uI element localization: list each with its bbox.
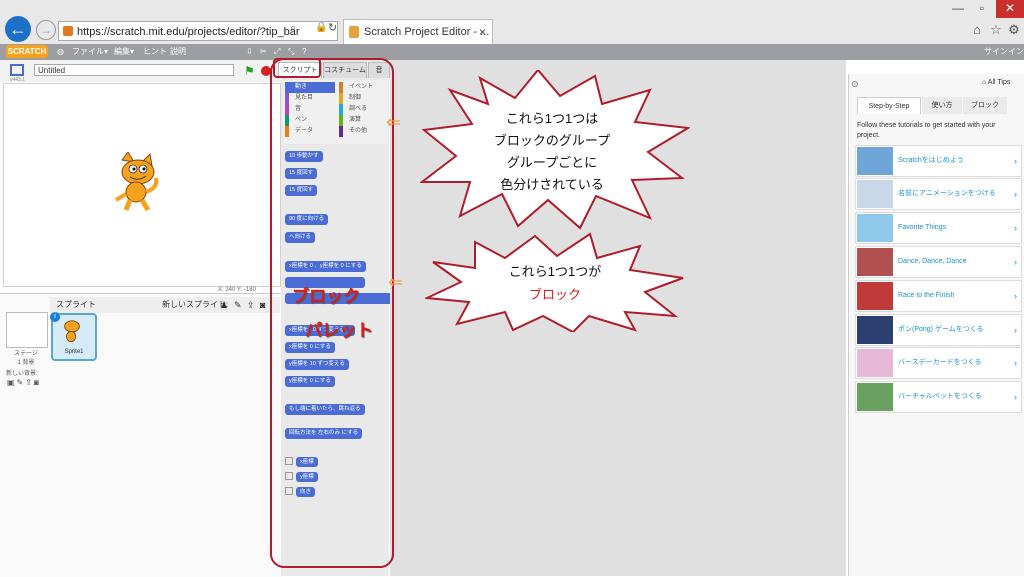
palette-highlight-box	[270, 58, 394, 568]
chevron-right-icon: ›	[1014, 392, 1017, 402]
tips-close-icon[interactable]: ⊙	[851, 79, 859, 90]
stage-label: ステージ 1 背景	[14, 351, 38, 366]
url-text: https://scratch.mit.edu/projects/editor/…	[77, 26, 300, 38]
camera-icon[interactable]: ◙	[260, 297, 265, 313]
callout-2-line2: ブロック	[528, 287, 581, 302]
maximize-button[interactable]: ▫	[970, 0, 994, 18]
callout-1-line2: ブロックのグループ	[493, 133, 611, 148]
scripts-tab-highlight	[273, 58, 321, 78]
tab-close-icon[interactable]: ×	[479, 20, 486, 44]
tip-thumbnail	[857, 214, 893, 242]
duplicate-icon[interactable]: ⇩	[246, 44, 253, 60]
chevron-right-icon: ›	[1014, 325, 1017, 335]
palette-label-line2: パレット	[305, 321, 373, 340]
tip-thumbnail	[857, 383, 893, 411]
tip-title: バースデーカードをつくる	[898, 359, 982, 366]
callout-1-line3: グループごとに	[506, 155, 598, 170]
tip-title: バーチャルペットをつくる	[898, 393, 982, 400]
chevron-right-icon: ›	[1014, 223, 1017, 233]
gear-icon[interactable]: ⚙	[1006, 22, 1022, 38]
callout-2-arrow-icon: ⇐	[388, 272, 404, 292]
tip-item[interactable]: Favorite Things ›	[855, 212, 1022, 244]
sprite1-cat-icon	[64, 320, 80, 343]
tip-title: Favorite Things	[898, 224, 947, 231]
all-tips-label: All Tips	[987, 79, 1011, 86]
tips-tab-step[interactable]: Step-by-Step	[857, 97, 921, 114]
tip-thumbnail	[857, 282, 893, 310]
tip-item[interactable]: 名前にアニメーションをつける ›	[855, 178, 1022, 210]
tip-title: 名前にアニメーションをつける	[898, 190, 996, 197]
globe-icon[interactable]: ◍	[57, 44, 64, 60]
sprite-header-label: スプライト	[56, 300, 96, 309]
callout-1-text: これら1つ1つは ブロックのグループ グループごとに 色分けされている	[472, 108, 632, 196]
green-flag-icon[interactable]: ⚑	[244, 64, 255, 78]
callout-1-line4: 色分けされている	[500, 177, 604, 192]
home-icon[interactable]: ⌂	[969, 22, 985, 38]
new-backdrop-label: 新しい背景:	[6, 371, 38, 377]
tab-title: Scratch Project Editor - ...	[364, 26, 490, 38]
chevron-right-icon: ›	[1014, 257, 1017, 267]
palette-label-line1: ブロック	[292, 287, 360, 306]
tips-tab-blocks[interactable]: ブロック	[963, 97, 1007, 114]
tip-item[interactable]: Scratchをはじめよう ›	[855, 145, 1022, 177]
refresh-icon[interactable]: ↻	[328, 21, 337, 34]
scratch-cat-sprite[interactable]	[112, 152, 164, 212]
presentation-mode-icon[interactable]	[10, 64, 24, 76]
tips-tab-how[interactable]: 使い方	[922, 97, 962, 114]
tip-title: Scratchをはじめよう	[898, 157, 964, 164]
sprite-library-icon[interactable]: ♟	[220, 297, 228, 313]
tip-thumbnail	[857, 349, 893, 377]
menu-tips[interactable]: ヒント	[143, 44, 167, 60]
minimize-button[interactable]: —	[946, 0, 970, 18]
search-icon[interactable]: ⌕	[290, 22, 296, 35]
callout-2-line1: これら1つ1つが	[508, 264, 602, 279]
close-window-button[interactable]: ✕	[996, 0, 1024, 18]
tip-thumbnail	[857, 248, 893, 276]
tip-title: Race to the Finish	[898, 292, 955, 299]
paint-icon[interactable]: ✎	[234, 297, 242, 313]
tips-intro: Follow these tutorials to get started wi…	[857, 122, 996, 139]
tip-thumbnail	[857, 180, 893, 208]
sprite-pane-header: スプライト 新しいスプライト: ♟ ✎ ⇪ ◙	[50, 297, 280, 313]
menu-about[interactable]: 説明	[170, 44, 186, 60]
tip-item[interactable]: バーチャルペットをつくる ›	[855, 381, 1022, 413]
tip-item[interactable]: Race to the Finish ›	[855, 280, 1022, 312]
tip-title: Dance, Dance, Dance	[898, 258, 967, 265]
tip-title: ポン(Pong) ゲームをつくる	[898, 326, 984, 333]
chevron-right-icon: ›	[1014, 291, 1017, 301]
upload-icon[interactable]: ⇪	[247, 297, 255, 313]
lock-icon: 🔒	[315, 22, 328, 33]
menu-file[interactable]: ファイル▾	[72, 44, 108, 60]
info-icon[interactable]: i	[50, 312, 60, 322]
backdrop-tools-icon[interactable]: ▣✎⇪◙	[7, 378, 41, 387]
delete-icon[interactable]: ✂	[260, 44, 267, 60]
site-favicon-icon	[63, 26, 73, 36]
chevron-right-icon: ›	[1014, 358, 1017, 368]
all-tips-link[interactable]: ⌂ All Tips	[982, 79, 1010, 86]
new-sprite-label: 新しいスプライト:	[162, 300, 229, 309]
tip-thumbnail	[857, 316, 893, 344]
scratch-favicon-icon	[349, 26, 359, 38]
callout-1-line1: これら1つ1つは	[505, 111, 599, 126]
project-title-input[interactable]: Untitled	[34, 64, 234, 76]
scratch-logo[interactable]: SCRATCH	[6, 45, 48, 58]
callout-1-arrow-icon: ⇐	[386, 112, 402, 132]
stage-thumbnail[interactable]	[6, 312, 48, 348]
forward-button[interactable]: →	[36, 20, 56, 40]
tip-item[interactable]: バースデーカードをつくる ›	[855, 347, 1022, 379]
back-button[interactable]: ←	[5, 16, 31, 42]
browser-tab[interactable]: Scratch Project Editor - ... ×	[343, 19, 493, 44]
menu-edit[interactable]: 編集▾	[114, 44, 134, 60]
tip-item[interactable]: ポン(Pong) ゲームをつくる ›	[855, 314, 1022, 346]
star-icon[interactable]: ☆	[988, 22, 1004, 38]
sprite1-label: Sprite1	[64, 349, 84, 355]
sign-in-link[interactable]: サインイン	[984, 44, 1024, 60]
chevron-right-icon: ›	[1014, 189, 1017, 199]
tip-item[interactable]: Dance, Dance, Dance ›	[855, 246, 1022, 278]
callout-burst-2	[425, 232, 684, 332]
chevron-right-icon: ›	[1014, 156, 1017, 166]
tip-thumbnail	[857, 147, 893, 175]
